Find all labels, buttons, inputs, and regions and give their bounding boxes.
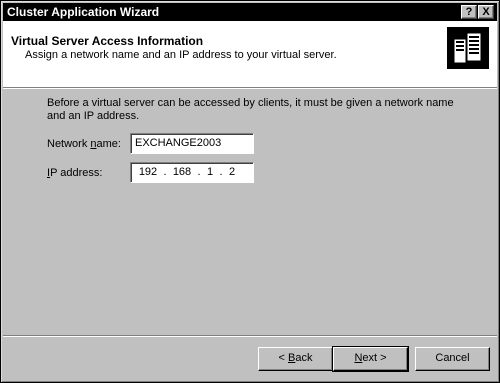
ip-address-label: IP address: [47,167,102,179]
next-button[interactable]: Next > [332,346,409,372]
network-name-label: Network name: [47,138,121,150]
header-divider [3,87,497,89]
network-name-label-post: ame: [96,138,121,150]
page-subtitle: Assign a network name and an IP address … [25,49,337,61]
help-button[interactable]: ? [461,5,477,19]
back-button[interactable]: < Back [258,347,333,371]
back-button-post: ack [295,352,313,364]
ip-address-input[interactable]: 192. 168. 1. 2 [130,162,254,183]
ip-octet-3[interactable]: 1 [203,166,217,179]
ip-dot-1: . [163,166,167,178]
page-title: Virtual Server Access Information [11,34,204,48]
network-name-input[interactable]: EXCHANGE2003 [130,133,254,154]
ip-address-label-post: P address: [50,167,103,179]
back-button-pre: < [278,352,288,364]
ip-octet-1[interactable]: 192 [135,166,161,179]
server-icon [447,27,489,69]
ip-dot-3: . [219,166,223,178]
footer-divider [3,335,497,337]
ip-octet-2[interactable]: 168 [169,166,195,179]
network-name-label-pre: Network [47,138,91,150]
window-title: Cluster Application Wizard [7,5,160,19]
close-button[interactable]: X [478,5,494,19]
intro-text: Before a virtual server can be accessed … [47,97,454,122]
wizard-header: Virtual Server Access Information Assign… [3,21,497,87]
cancel-button[interactable]: Cancel [415,347,490,371]
title-bar[interactable]: Cluster Application Wizard ? X [3,3,497,21]
next-button-post: ext > [362,352,387,364]
wizard-window: Cluster Application Wizard ? X Virtual S… [0,0,500,383]
ip-dot-2: . [197,166,201,178]
ip-octet-4[interactable]: 2 [225,166,239,179]
